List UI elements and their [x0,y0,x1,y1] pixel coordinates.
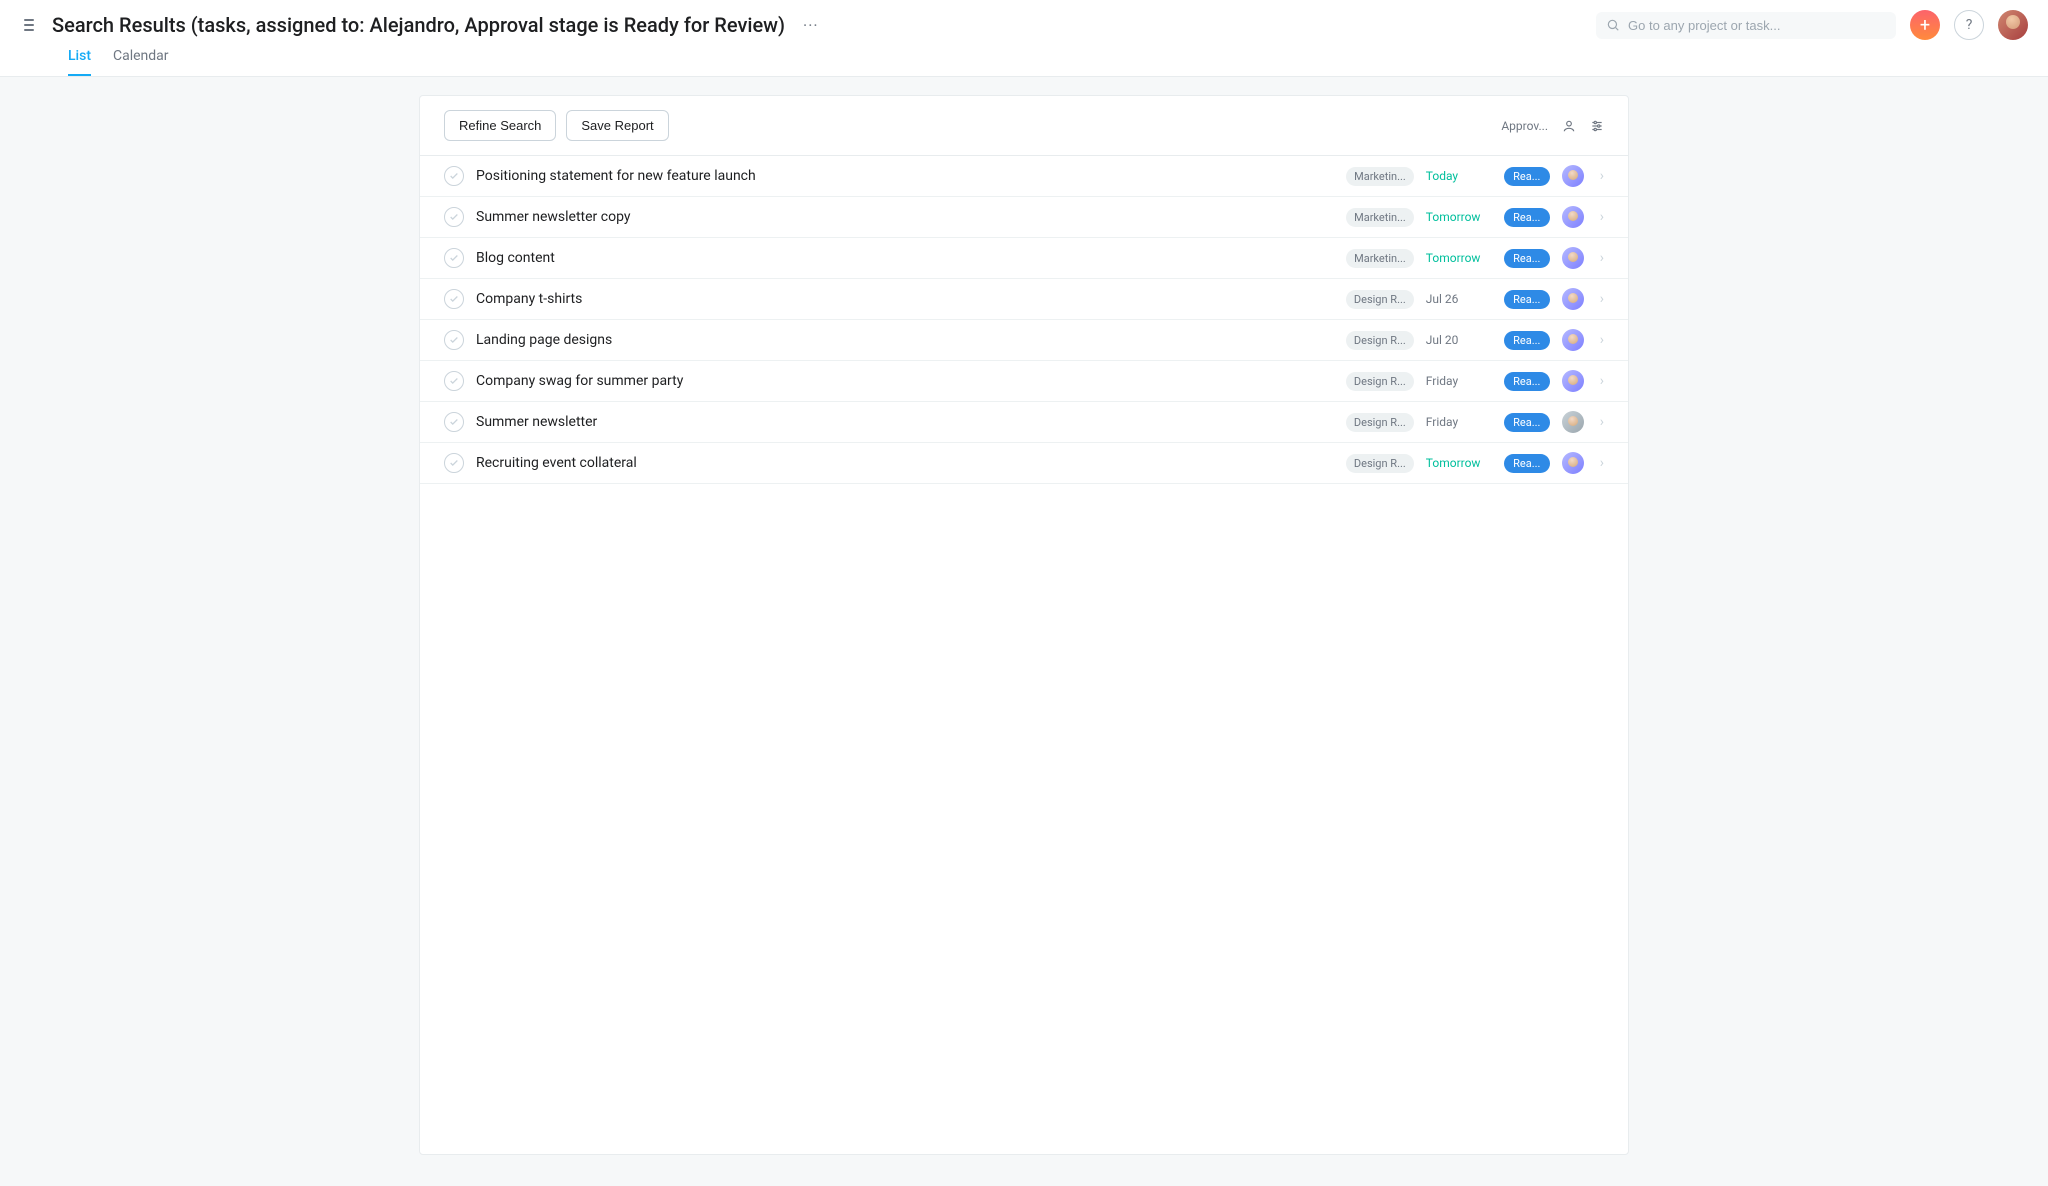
status-badge[interactable]: Rea... [1504,290,1550,309]
project-pill[interactable]: Marketin... [1346,249,1414,268]
status-badge[interactable]: Rea... [1504,454,1550,473]
user-avatar[interactable] [1998,10,2028,40]
due-date: Today [1426,169,1492,183]
task-row[interactable]: Blog content Marketin... Tomorrow Rea... › [420,238,1628,279]
help-button[interactable]: ? [1954,10,1984,40]
status-badge[interactable]: Rea... [1504,331,1550,350]
assignee-avatar[interactable] [1562,329,1584,351]
task-row[interactable]: Landing page designs Design R... Jul 20 Rea… [420,320,1628,361]
due-date: Tomorrow [1426,456,1492,470]
page-title: Search Results (tasks, assigned to: Alej… [52,13,785,37]
project-pill[interactable]: Design R... [1346,454,1414,473]
assignee-avatar[interactable] [1562,288,1584,310]
chevron-right-icon[interactable]: › [1596,332,1604,348]
complete-checkbox[interactable] [444,371,464,391]
task-name: Landing page designs [476,332,1334,348]
content-area: Refine Search Save Report Approv... Posi… [0,77,2048,1173]
complete-checkbox[interactable] [444,453,464,473]
status-badge[interactable]: Rea... [1504,413,1550,432]
due-date: Tomorrow [1426,210,1492,224]
due-date: Jul 26 [1426,292,1492,306]
topbar: Search Results (tasks, assigned to: Alej… [0,0,2048,77]
assignee-avatar[interactable] [1562,370,1584,392]
complete-checkbox[interactable] [444,289,464,309]
refine-search-button[interactable]: Refine Search [444,110,556,141]
task-row[interactable]: Positioning statement for new feature la… [420,156,1628,197]
project-pill[interactable]: Design R... [1346,413,1414,432]
assignee-avatar[interactable] [1562,411,1584,433]
global-search[interactable] [1596,12,1896,39]
more-actions-button[interactable]: ··· [799,16,823,35]
task-row[interactable]: Summer newsletter Design R... Friday Rea...… [420,402,1628,443]
panel-toolbar: Refine Search Save Report Approv... [420,96,1628,156]
task-name: Recruiting event collateral [476,455,1334,471]
status-badge[interactable]: Rea... [1504,249,1550,268]
due-date: Friday [1426,415,1492,429]
complete-checkbox[interactable] [444,412,464,432]
complete-checkbox[interactable] [444,207,464,227]
status-badge[interactable]: Rea... [1504,167,1550,186]
assignee-avatar[interactable] [1562,206,1584,228]
task-name: Blog content [476,250,1334,266]
tab-list[interactable]: List [68,48,91,76]
task-row[interactable]: Company t-shirts Design R... Jul 26 Rea... › [420,279,1628,320]
assignee-filter-icon[interactable] [1562,119,1576,133]
results-panel: Refine Search Save Report Approv... Posi… [419,95,1629,1155]
due-date: Tomorrow [1426,251,1492,265]
sort-label[interactable]: Approv... [1501,119,1548,133]
status-badge[interactable]: Rea... [1504,372,1550,391]
chevron-right-icon[interactable]: › [1596,250,1604,266]
task-name: Company swag for summer party [476,373,1334,389]
view-tabs: List Calendar [68,48,2028,76]
tab-calendar[interactable]: Calendar [113,48,169,76]
task-row[interactable]: Company swag for summer party Design R...… [420,361,1628,402]
chevron-right-icon[interactable]: › [1596,414,1604,430]
chevron-right-icon[interactable]: › [1596,209,1604,225]
project-pill[interactable]: Design R... [1346,331,1414,350]
chevron-right-icon[interactable]: › [1596,291,1604,307]
search-input[interactable] [1628,18,1886,33]
project-pill[interactable]: Design R... [1346,372,1414,391]
assignee-avatar[interactable] [1562,247,1584,269]
complete-checkbox[interactable] [444,248,464,268]
chevron-right-icon[interactable]: › [1596,168,1604,184]
due-date: Friday [1426,374,1492,388]
search-icon [1606,18,1620,32]
quick-add-button[interactable]: + [1910,10,1940,40]
status-badge[interactable]: Rea... [1504,208,1550,227]
complete-checkbox[interactable] [444,330,464,350]
task-name: Summer newsletter copy [476,209,1334,225]
task-name: Company t-shirts [476,291,1334,307]
chevron-right-icon[interactable]: › [1596,455,1604,471]
due-date: Jul 20 [1426,333,1492,347]
assignee-avatar[interactable] [1562,452,1584,474]
menu-toggle[interactable] [20,15,38,35]
task-name: Positioning statement for new feature la… [476,168,1334,184]
project-pill[interactable]: Marketin... [1346,208,1414,227]
assignee-avatar[interactable] [1562,165,1584,187]
task-row[interactable]: Summer newsletter copy Marketin... Tomorro… [420,197,1628,238]
project-pill[interactable]: Marketin... [1346,167,1414,186]
task-list: Positioning statement for new feature la… [420,156,1628,484]
task-row[interactable]: Recruiting event collateral Design R... To… [420,443,1628,484]
project-pill[interactable]: Design R... [1346,290,1414,309]
complete-checkbox[interactable] [444,166,464,186]
filter-settings-icon[interactable] [1590,119,1604,133]
save-report-button[interactable]: Save Report [566,110,668,141]
chevron-right-icon[interactable]: › [1596,373,1604,389]
task-name: Summer newsletter [476,414,1334,430]
